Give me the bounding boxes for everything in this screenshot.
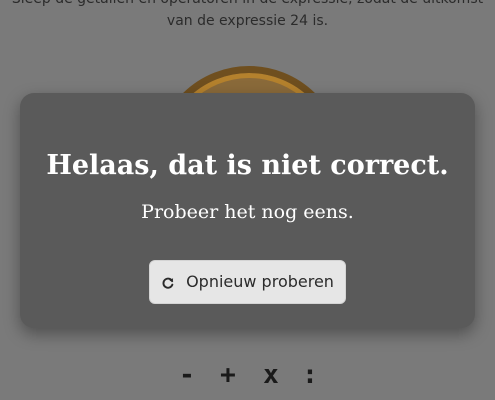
instruction-line-1: Sleep de getallen en operatoren in de ex… (0, 0, 495, 10)
game-screen: Sleep de getallen en operatoren in de ex… (0, 0, 495, 400)
retry-button[interactable]: Opnieuw proberen (149, 260, 346, 304)
operator-times[interactable]: x (257, 358, 285, 392)
dialog-title: Helaas, dat is niet correct. (46, 150, 449, 181)
dialog-subtitle: Probeer het nog eens. (141, 201, 354, 223)
operator-bar: - + x : (0, 358, 495, 392)
retry-button-label: Opnieuw proberen (186, 272, 334, 291)
refresh-icon (161, 275, 175, 289)
result-dialog: Helaas, dat is niet correct. Probeer het… (20, 93, 475, 328)
operator-minus[interactable]: - (173, 358, 201, 392)
instruction-text: Sleep de getallen en operatoren in de ex… (0, 0, 495, 32)
instruction-line-2: van de expressie 24 is. (166, 13, 329, 29)
operator-plus[interactable]: + (214, 358, 242, 392)
operator-divide[interactable]: : (296, 358, 324, 392)
